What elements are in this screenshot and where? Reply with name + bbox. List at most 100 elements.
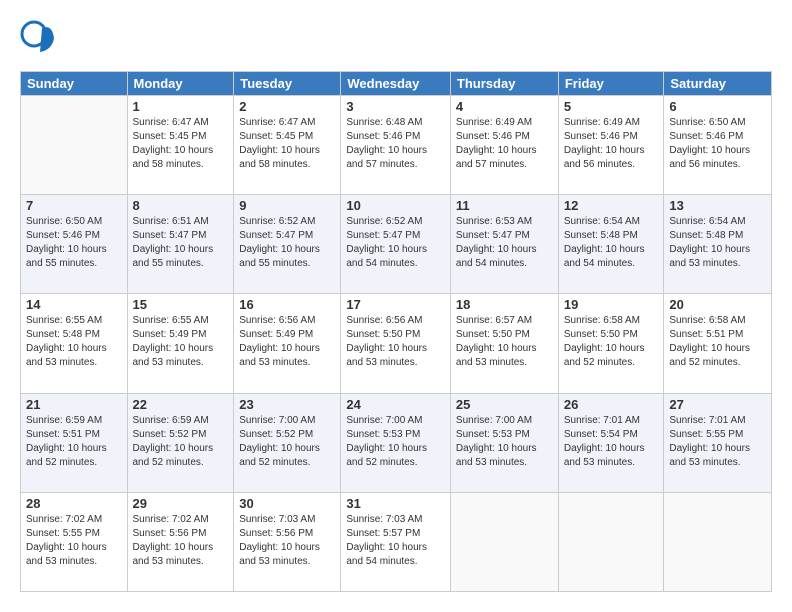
day-info: Sunrise: 6:47 AM Sunset: 5:45 PM Dayligh… [239,116,335,172]
header-cell: Tuesday [234,72,341,96]
header-cell: Friday [558,72,664,96]
calendar-cell: 5Sunrise: 6:49 AM Sunset: 5:46 PM Daylig… [558,96,664,195]
calendar-cell [21,96,128,195]
calendar-cell: 19 Sunrise: 6:58 AM Sunset: 5:50 PM Dayli… [558,294,664,393]
day-number: 9 [239,198,335,213]
calendar-cell: 28 Sunrise: 7:02 AM Sunset: 5:55 PM Dayli… [21,492,128,591]
day-info: Sunrise: 6:58 AM Sunset: 5:51 PM Dayligh… [669,314,766,370]
calendar-cell: 8 Sunrise: 6:51 AM Sunset: 5:47 PM Daylig… [127,195,234,294]
calendar-row: 1 Sunrise: 6:47 AM Sunset: 5:45 PM Daylig… [21,96,772,195]
day-info: Sunrise: 7:00 AM Sunset: 5:53 PM Dayligh… [456,414,553,470]
calendar-cell: 1 Sunrise: 6:47 AM Sunset: 5:45 PM Daylig… [127,96,234,195]
day-info: Sunrise: 6:48 AM Sunset: 5:46 PM Dayligh… [346,116,445,172]
calendar-cell: 12 Sunrise: 6:54 AM Sunset: 5:48 PM Dayli… [558,195,664,294]
calendar-row: 7Sunrise: 6:50 AM Sunset: 5:46 PM Daylig… [21,195,772,294]
header [20,20,772,61]
day-info: Sunrise: 6:54 AM Sunset: 5:48 PM Dayligh… [564,215,659,271]
day-info: Sunrise: 6:59 AM Sunset: 5:51 PM Dayligh… [26,414,122,470]
calendar-cell: 10Sunrise: 6:52 AM Sunset: 5:47 PM Dayli… [341,195,451,294]
day-number: 16 [239,297,335,312]
day-info: Sunrise: 6:47 AM Sunset: 5:45 PM Dayligh… [133,116,229,172]
day-number: 17 [346,297,445,312]
day-number: 3 [346,99,445,114]
day-number: 1 [133,99,229,114]
calendar-cell [558,492,664,591]
day-info: Sunrise: 6:56 AM Sunset: 5:49 PM Dayligh… [239,314,335,370]
day-number: 31 [346,496,445,511]
calendar-table: SundayMondayTuesdayWednesdayThursdayFrid… [20,71,772,592]
day-info: Sunrise: 6:58 AM Sunset: 5:50 PM Dayligh… [564,314,659,370]
calendar-cell: 6 Sunrise: 6:50 AM Sunset: 5:46 PM Daylig… [664,96,772,195]
calendar-cell: 3 Sunrise: 6:48 AM Sunset: 5:46 PM Daylig… [341,96,451,195]
day-info: Sunrise: 7:03 AM Sunset: 5:57 PM Dayligh… [346,513,445,569]
day-number: 6 [669,99,766,114]
day-number: 8 [133,198,229,213]
day-info: Sunrise: 6:51 AM Sunset: 5:47 PM Dayligh… [133,215,229,271]
calendar-cell: 14 Sunrise: 6:55 AM Sunset: 5:48 PM Dayli… [21,294,128,393]
day-info: Sunrise: 7:02 AM Sunset: 5:56 PM Dayligh… [133,513,229,569]
day-number: 21 [26,397,122,412]
day-number: 4 [456,99,553,114]
calendar-cell [664,492,772,591]
day-number: 29 [133,496,229,511]
header-cell: Monday [127,72,234,96]
calendar-cell: 16 Sunrise: 6:56 AM Sunset: 5:49 PM Dayli… [234,294,341,393]
day-number: 15 [133,297,229,312]
day-number: 18 [456,297,553,312]
calendar-cell: 4Sunrise: 6:49 AM Sunset: 5:46 PM Daylig… [450,96,558,195]
day-number: 25 [456,397,553,412]
day-number: 14 [26,297,122,312]
day-number: 24 [346,397,445,412]
day-number: 11 [456,198,553,213]
header-cell: Saturday [664,72,772,96]
calendar-cell: 30Sunrise: 7:03 AM Sunset: 5:56 PM Dayli… [234,492,341,591]
day-info: Sunrise: 7:00 AM Sunset: 5:53 PM Dayligh… [346,414,445,470]
day-info: Sunrise: 6:59 AM Sunset: 5:52 PM Dayligh… [133,414,229,470]
calendar-cell: 25 Sunrise: 7:00 AM Sunset: 5:53 PM Dayli… [450,393,558,492]
calendar-cell: 13Sunrise: 6:54 AM Sunset: 5:48 PM Dayli… [664,195,772,294]
calendar-cell: 21 Sunrise: 6:59 AM Sunset: 5:51 PM Dayli… [21,393,128,492]
header-row: SundayMondayTuesdayWednesdayThursdayFrid… [21,72,772,96]
calendar-cell: 11Sunrise: 6:53 AM Sunset: 5:47 PM Dayli… [450,195,558,294]
day-number: 19 [564,297,659,312]
logo [20,20,56,61]
day-number: 23 [239,397,335,412]
day-number: 22 [133,397,229,412]
day-number: 2 [239,99,335,114]
header-cell: Thursday [450,72,558,96]
header-cell: Sunday [21,72,128,96]
day-number: 12 [564,198,659,213]
day-number: 20 [669,297,766,312]
calendar-cell: 15Sunrise: 6:55 AM Sunset: 5:49 PM Dayli… [127,294,234,393]
day-info: Sunrise: 6:55 AM Sunset: 5:48 PM Dayligh… [26,314,122,370]
day-number: 7 [26,198,122,213]
day-info: Sunrise: 6:57 AM Sunset: 5:50 PM Dayligh… [456,314,553,370]
calendar-cell: 18 Sunrise: 6:57 AM Sunset: 5:50 PM Dayli… [450,294,558,393]
calendar-cell: 23 Sunrise: 7:00 AM Sunset: 5:52 PM Dayli… [234,393,341,492]
logo-icon [20,20,56,56]
calendar-cell: 29 Sunrise: 7:02 AM Sunset: 5:56 PM Dayli… [127,492,234,591]
calendar-cell: 9 Sunrise: 6:52 AM Sunset: 5:47 PM Daylig… [234,195,341,294]
day-number: 27 [669,397,766,412]
day-number: 28 [26,496,122,511]
calendar-cell [450,492,558,591]
day-info: Sunrise: 7:02 AM Sunset: 5:55 PM Dayligh… [26,513,122,569]
calendar-cell: 22 Sunrise: 6:59 AM Sunset: 5:52 PM Dayli… [127,393,234,492]
day-number: 26 [564,397,659,412]
day-info: Sunrise: 7:00 AM Sunset: 5:52 PM Dayligh… [239,414,335,470]
calendar-cell: 26Sunrise: 7:01 AM Sunset: 5:54 PM Dayli… [558,393,664,492]
calendar-row: 28 Sunrise: 7:02 AM Sunset: 5:55 PM Dayli… [21,492,772,591]
calendar-cell: 7Sunrise: 6:50 AM Sunset: 5:46 PM Daylig… [21,195,128,294]
day-number: 30 [239,496,335,511]
day-info: Sunrise: 6:52 AM Sunset: 5:47 PM Dayligh… [239,215,335,271]
calendar-cell: 2 Sunrise: 6:47 AM Sunset: 5:45 PM Daylig… [234,96,341,195]
day-info: Sunrise: 6:56 AM Sunset: 5:50 PM Dayligh… [346,314,445,370]
calendar-row: 21 Sunrise: 6:59 AM Sunset: 5:51 PM Dayli… [21,393,772,492]
calendar-cell: 17 Sunrise: 6:56 AM Sunset: 5:50 PM Dayli… [341,294,451,393]
day-number: 5 [564,99,659,114]
day-info: Sunrise: 6:54 AM Sunset: 5:48 PM Dayligh… [669,215,766,271]
calendar-row: 14 Sunrise: 6:55 AM Sunset: 5:48 PM Dayli… [21,294,772,393]
day-info: Sunrise: 6:50 AM Sunset: 5:46 PM Dayligh… [669,116,766,172]
calendar-page: SundayMondayTuesdayWednesdayThursdayFrid… [0,0,792,612]
day-number: 10 [346,198,445,213]
